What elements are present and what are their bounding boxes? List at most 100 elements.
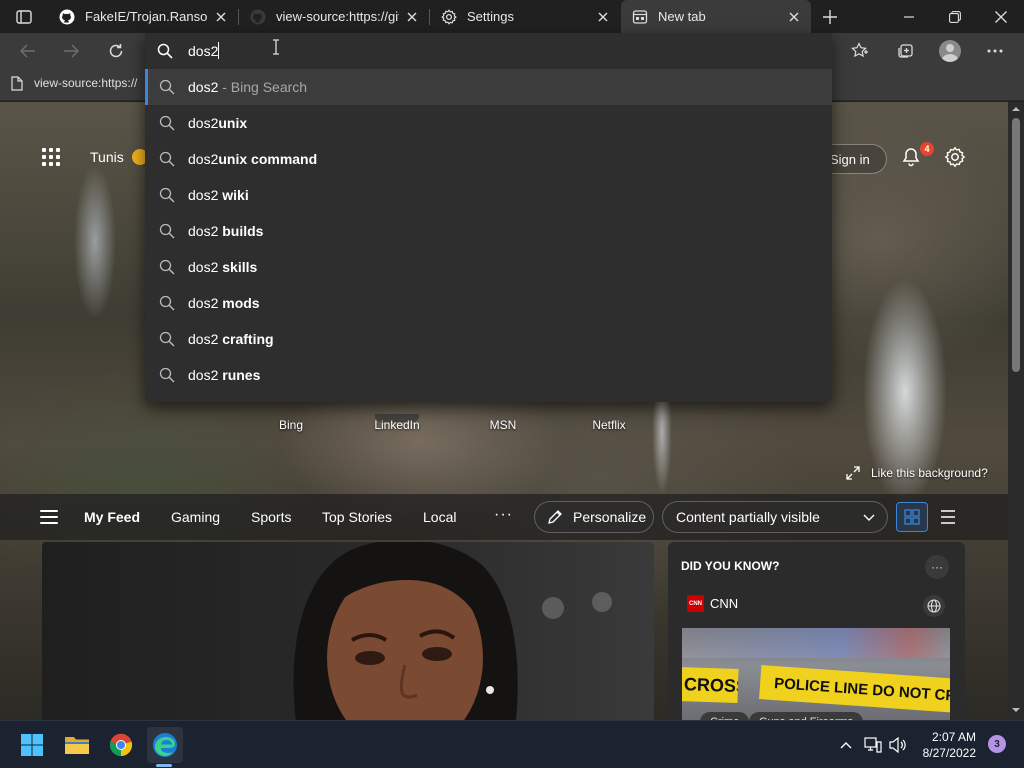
close-icon[interactable] — [214, 10, 228, 24]
notification-bell-icon[interactable] — [900, 146, 922, 168]
clock-time: 2:07 AM — [931, 730, 976, 744]
close-icon[interactable] — [405, 10, 419, 24]
did-you-know-card[interactable]: DID YOU KNOW? ··· CNN CNN CROSS POLICE L… — [668, 542, 965, 720]
quick-link-bing[interactable]: Bing — [251, 418, 331, 432]
add-favorite-button[interactable] — [845, 36, 875, 66]
content-visibility-dropdown[interactable]: Content partially visible — [662, 501, 888, 533]
back-button[interactable] — [13, 36, 43, 66]
suggestion-bing-search[interactable]: dos2 - Bing Search — [145, 69, 832, 105]
expand-icon — [846, 466, 860, 480]
suggestion-item[interactable]: dos2 runes — [145, 357, 832, 393]
weather-city[interactable]: Tunis — [90, 149, 124, 165]
suggestion-item[interactable]: dos2unix command — [145, 141, 832, 177]
scrollbar-thumb[interactable] — [1012, 118, 1020, 372]
like-background-link[interactable]: Like this background? — [846, 466, 988, 480]
suggestion-item[interactable]: dos2 skills — [145, 249, 832, 285]
close-window-button[interactable] — [978, 0, 1024, 33]
feed-more-button[interactable]: ··· — [494, 506, 513, 524]
tab-new-tab[interactable]: New tab — [621, 0, 811, 33]
feed-tab-my-feed[interactable]: My Feed — [84, 509, 140, 525]
scroll-up-arrow-icon[interactable] — [1012, 105, 1020, 113]
suggestion-item[interactable]: dos2 builds — [145, 213, 832, 249]
address-bar-dropdown: dos2 dos2 - Bing Search dos2unix dos2uni… — [145, 33, 832, 402]
network-button[interactable] — [863, 735, 883, 755]
github-icon — [58, 8, 76, 26]
page-settings-gear-icon[interactable] — [944, 146, 966, 168]
clock-date: 8/27/2022 — [922, 746, 976, 760]
close-icon[interactable] — [596, 10, 610, 24]
suggestion-item[interactable]: dos2 crafting — [145, 321, 832, 357]
search-icon — [159, 331, 175, 347]
quick-link-msn[interactable]: MSN — [463, 418, 543, 432]
suggestion-item[interactable]: dos2unix — [145, 105, 832, 141]
globe-icon[interactable] — [923, 595, 945, 617]
card-more-button[interactable]: ··· — [925, 555, 949, 579]
file-explorer-button[interactable] — [59, 727, 95, 763]
suggestion-item[interactable]: dos2 mods — [145, 285, 832, 321]
forward-button[interactable] — [56, 36, 86, 66]
feed-navigation: My Feed Gaming Sports Top Stories Local … — [0, 494, 1008, 540]
system-clock[interactable]: 2:07 AM 8/27/2022 — [914, 729, 976, 761]
page-header-left: Tunis — [40, 146, 148, 168]
collections-button[interactable] — [890, 36, 920, 66]
app-launcher-icon[interactable] — [40, 146, 62, 168]
grid-layout-icon — [904, 509, 920, 525]
new-tab-button[interactable] — [818, 5, 842, 29]
chrome-button[interactable] — [103, 727, 139, 763]
source-name: CNN — [710, 596, 739, 611]
address-bar[interactable]: dos2 — [145, 33, 832, 69]
quick-link-netflix[interactable]: Netflix — [569, 418, 649, 432]
notification-center-badge[interactable]: 3 — [988, 735, 1006, 753]
list-view-button[interactable] — [936, 502, 960, 532]
close-icon[interactable] — [787, 10, 801, 24]
back-arrow-icon — [20, 44, 35, 58]
feed-tab-sports[interactable]: Sports — [251, 509, 291, 525]
suggestion-item[interactable]: dos2 wiki — [145, 177, 832, 213]
hero-news-card[interactable] — [42, 542, 654, 720]
collections-icon — [898, 44, 913, 58]
settings-more-button[interactable] — [980, 36, 1010, 66]
document-icon — [10, 75, 24, 91]
search-icon — [159, 151, 175, 167]
tab-github-trojan[interactable]: FakeIE/Trojan.Ransom.B — [48, 0, 238, 33]
personalize-button[interactable]: Personalize — [534, 501, 654, 533]
suggestion-text: dos2 - Bing Search — [188, 79, 308, 95]
hamburger-menu-icon[interactable] — [40, 510, 58, 524]
restore-button[interactable] — [932, 0, 978, 33]
start-button[interactable] — [14, 727, 50, 763]
text-cursor-icon — [273, 39, 279, 55]
tab-actions-button[interactable] — [8, 5, 40, 29]
volume-button[interactable] — [888, 735, 908, 755]
pencil-icon — [548, 510, 562, 524]
tab-view-source[interactable]: view-source:https://gith — [239, 0, 429, 33]
grid-view-button[interactable] — [896, 502, 928, 532]
feed-tab-local[interactable]: Local — [423, 509, 456, 525]
refresh-button[interactable] — [101, 36, 131, 66]
favorite-label: view-source:https:// — [34, 76, 138, 90]
scroll-down-arrow-icon[interactable] — [1012, 706, 1020, 714]
refresh-icon — [109, 44, 123, 58]
title-bar: FakeIE/Trojan.Ransom.B view-source:https… — [0, 0, 1024, 33]
feed-tab-top-stories[interactable]: Top Stories — [322, 509, 392, 525]
quick-link-linkedin[interactable]: LinkedIn — [357, 418, 437, 432]
address-input[interactable]: dos2 — [188, 43, 218, 59]
plus-icon — [823, 10, 837, 24]
tab-actions-icon — [16, 10, 32, 24]
search-icon — [157, 43, 173, 59]
background-light — [592, 592, 612, 612]
profile-button[interactable] — [935, 36, 965, 66]
favorite-view-source[interactable]: view-source:https:// — [10, 75, 137, 91]
topic-chip-crime[interactable]: Crime — [700, 712, 750, 720]
topic-chip-guns[interactable]: Guns and Firearms — [749, 712, 864, 720]
new-tab-page-icon — [631, 8, 649, 26]
show-hidden-icons-button[interactable] — [836, 735, 856, 755]
tab-title: FakeIE/Trojan.Ransom.B — [85, 9, 208, 24]
edge-button[interactable] — [147, 727, 183, 763]
feed-tab-gaming[interactable]: Gaming — [171, 509, 220, 525]
tab-settings[interactable]: Settings — [430, 0, 620, 33]
minimize-button[interactable] — [886, 0, 932, 33]
card-source: CNN CNN — [687, 595, 738, 612]
avatar — [939, 40, 961, 62]
suggestion-text: dos2unix command — [188, 151, 318, 167]
page-scrollbar[interactable] — [1008, 102, 1024, 720]
